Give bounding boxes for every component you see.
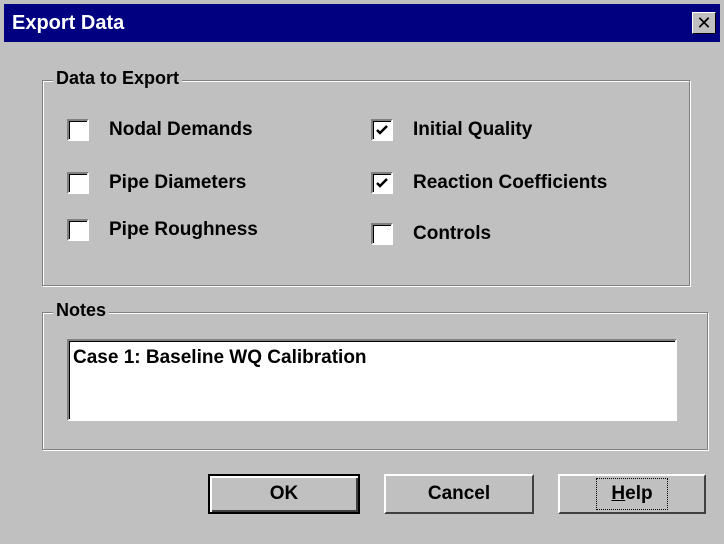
cancel-button-label: Cancel: [427, 483, 491, 504]
ok-button[interactable]: OK: [208, 474, 360, 514]
checkbox-reaction-coefficients[interactable]: Reaction Coefficients: [371, 172, 607, 194]
ok-button-label: OK: [269, 483, 299, 504]
close-icon[interactable]: ✕: [692, 12, 716, 34]
checkbox-pipe-diameters[interactable]: Pipe Diameters: [67, 172, 246, 194]
checkbox-controls[interactable]: Controls: [371, 223, 491, 245]
data-to-export-label: Data to Export: [53, 68, 183, 89]
checkbox-label: Controls: [413, 223, 492, 244]
checkbox-box[interactable]: [371, 223, 393, 245]
checkbox-label: Initial Quality: [413, 119, 533, 140]
checkbox-label: Reaction Coefficients: [413, 172, 608, 193]
title-bar[interactable]: Export Data ✕: [4, 4, 720, 42]
checkbox-box[interactable]: [67, 219, 89, 241]
checkbox-box[interactable]: [67, 172, 89, 194]
checkbox-nodal-demands[interactable]: Nodal Demands: [67, 119, 253, 141]
checkbox-label: Pipe Diameters: [109, 172, 247, 193]
cancel-button[interactable]: Cancel: [384, 474, 534, 514]
checkbox-box[interactable]: [67, 119, 89, 141]
help-button[interactable]: Help: [558, 474, 706, 514]
data-to-export-group: Data to Export Nodal Demands Pipe Diamet…: [42, 68, 690, 286]
export-data-dialog: Export Data ✕ Data to Export Nodal Deman…: [0, 0, 724, 544]
checkmark-icon: [376, 178, 388, 188]
window-title: Export Data: [12, 12, 125, 34]
checkbox-initial-quality[interactable]: Initial Quality: [371, 119, 532, 141]
checkbox-box[interactable]: [371, 172, 393, 194]
checkbox-pipe-roughness[interactable]: Pipe Roughness: [67, 219, 258, 241]
checkbox-label: Nodal Demands: [109, 119, 253, 140]
help-accelerator: H: [611, 483, 626, 504]
checkmark-icon: [376, 125, 388, 135]
help-rest: elp: [625, 483, 653, 504]
notes-input[interactable]: Case 1: Baseline WQ Calibration: [67, 339, 677, 421]
notes-group: Notes Case 1: Baseline WQ Calibration: [42, 300, 708, 450]
notes-label: Notes: [53, 300, 110, 321]
checkbox-label: Pipe Roughness: [109, 219, 258, 240]
help-button-label: Help: [596, 478, 668, 510]
checkbox-box[interactable]: [371, 119, 393, 141]
